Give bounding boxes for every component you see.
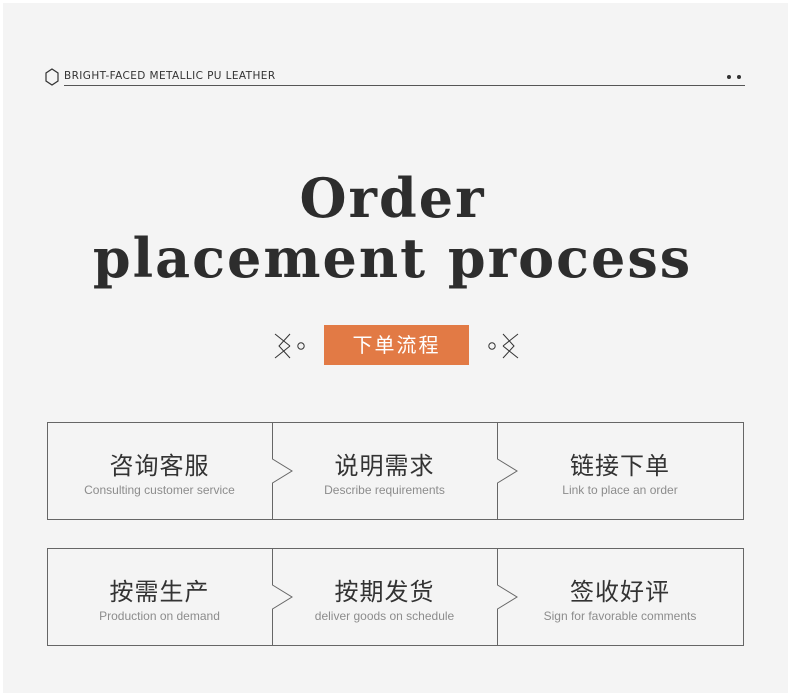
step-sign: 签收好评 Sign for favorable comments xyxy=(507,548,733,645)
step-subtitle: Sign for favorable comments xyxy=(543,609,697,623)
steps-row-1: 咨询客服 Consulting customer service 说明需求 De… xyxy=(47,422,744,520)
hexagon-icon xyxy=(45,68,59,86)
step-title: 说明需求 xyxy=(334,452,435,480)
step-deliver: 按期发货 deliver goods on schedule xyxy=(272,548,497,645)
cross-circle-left-icon xyxy=(274,333,305,359)
step-order: 链接下单 Link to place an order xyxy=(507,422,733,519)
step-subtitle: Production on demand xyxy=(99,609,220,623)
step-title: 按需生产 xyxy=(109,578,210,606)
step-subtitle: deliver goods on schedule xyxy=(314,609,455,623)
step-title: 按期发货 xyxy=(334,578,435,606)
step-title: 咨询客服 xyxy=(109,452,210,480)
step-describe: 说明需求 Describe requirements xyxy=(272,422,497,519)
step-consult: 咨询客服 Consulting customer service xyxy=(47,422,272,519)
step-title: 签收好评 xyxy=(570,578,670,606)
header-label: BRIGHT-FACED METALLIC PU LEATHER xyxy=(64,70,276,82)
header-divider xyxy=(64,85,745,86)
process-badge: 下单流程 xyxy=(324,325,469,365)
page-title-line1: Order xyxy=(299,166,486,230)
step-subtitle: Link to place an order xyxy=(562,483,678,497)
step-subtitle: Consulting customer service xyxy=(84,483,235,497)
dots-icon xyxy=(725,75,745,81)
step-produce: 按需生产 Production on demand xyxy=(47,548,272,645)
header-bar: BRIGHT-FACED METALLIC PU LEATHER xyxy=(45,66,745,88)
steps-row-2: 按需生产 Production on demand 按期发货 deliver g… xyxy=(47,548,744,646)
step-subtitle: Describe requirements xyxy=(324,483,445,497)
page-title-line2: placement process xyxy=(92,226,693,290)
cross-circle-right-icon xyxy=(488,333,519,359)
step-title: 链接下单 xyxy=(570,452,670,480)
